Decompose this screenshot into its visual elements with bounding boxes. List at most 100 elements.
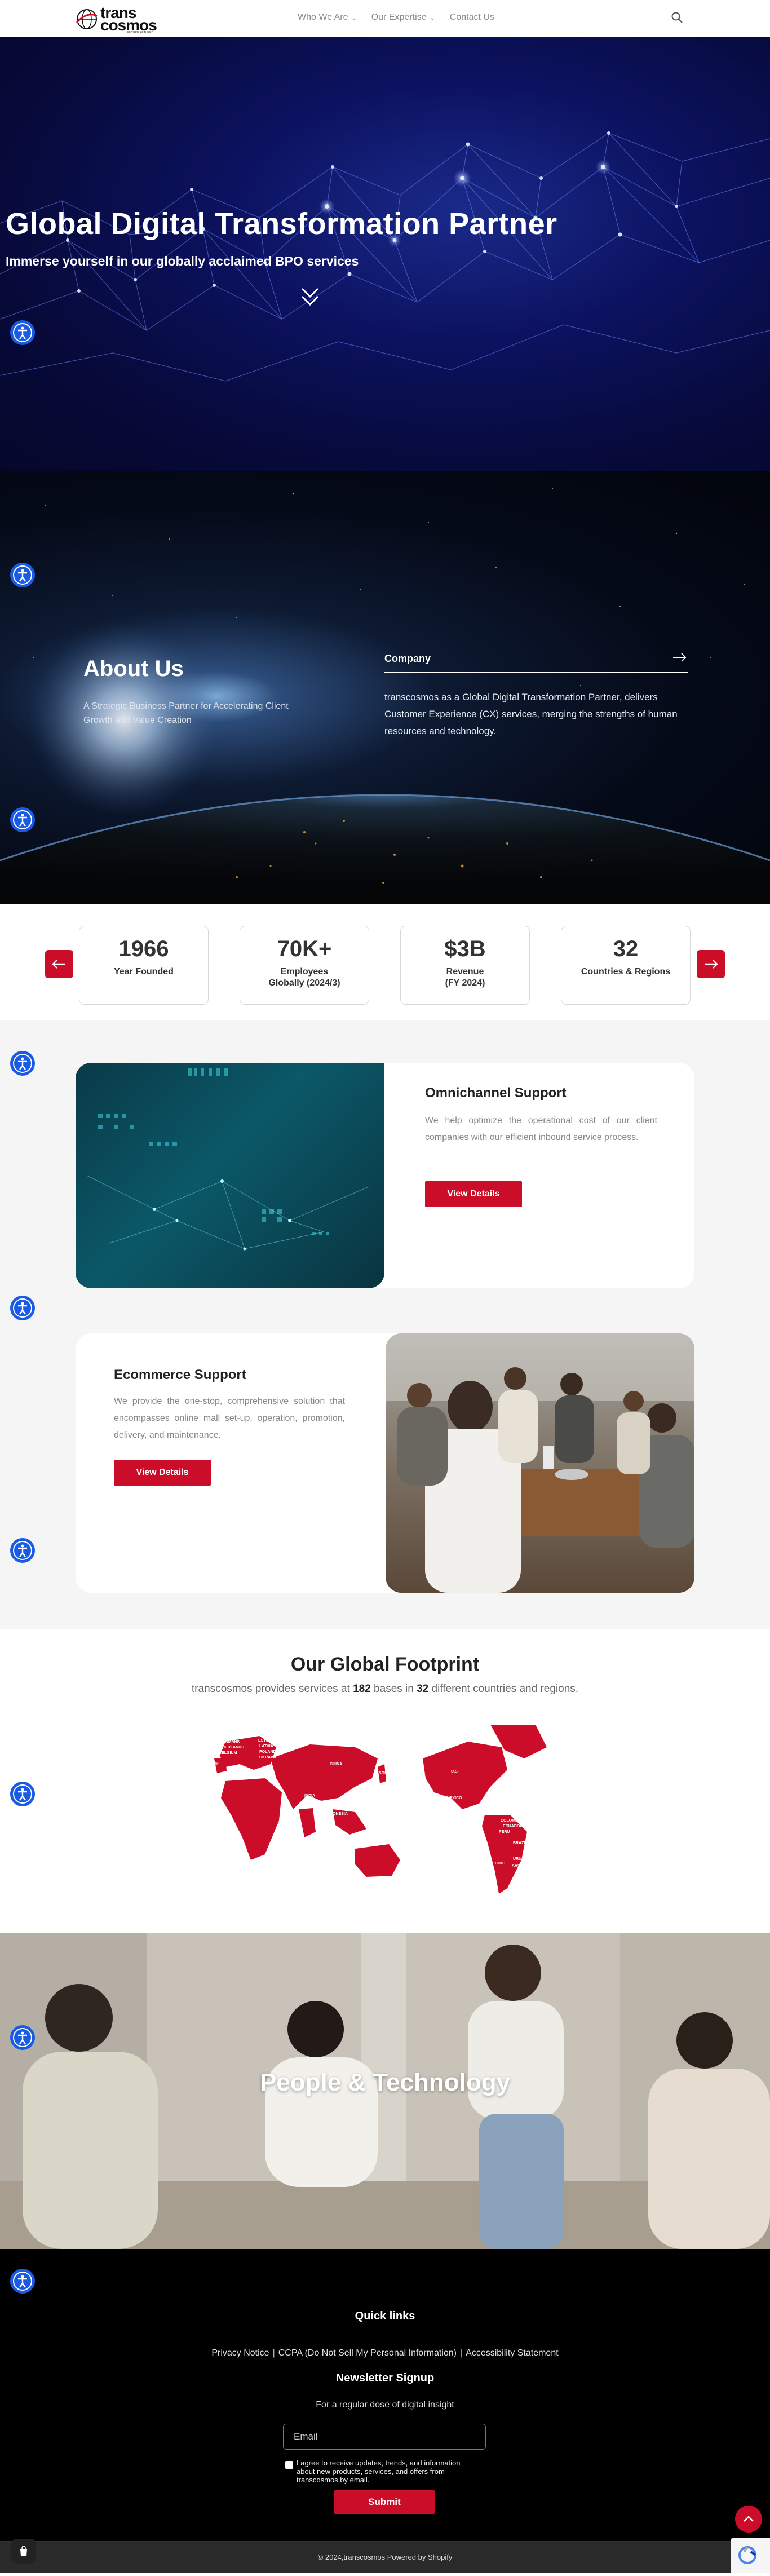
map-label: CHILE <box>495 1862 507 1866</box>
carousel-next-button[interactable] <box>697 950 725 978</box>
bases-count: 182 <box>353 1683 371 1695</box>
countries-count: 32 <box>417 1683 429 1695</box>
shopify-bag-icon[interactable] <box>11 2539 36 2564</box>
map-label: ESTONIA <box>258 1739 276 1743</box>
email-input[interactable] <box>283 2424 486 2450</box>
map-label: SPAIN <box>209 1774 220 1778</box>
newsletter-subtitle: For a regular dose of digital insight <box>316 2400 454 2410</box>
recaptcha-icon <box>738 2546 756 2564</box>
nav-label: Our Expertise <box>371 12 427 22</box>
desc-text: bases in <box>370 1683 417 1695</box>
ccpa-link[interactable]: CCPA (Do Not Sell My Personal Informatio… <box>278 2348 457 2358</box>
service-card-ecommerce: Ecommerce Support We provide the one-sto… <box>76 1333 694 1593</box>
about-title: About Us <box>83 656 184 681</box>
stat-value: 70K+ <box>277 936 332 961</box>
map-label: BRAZIL <box>513 1841 528 1845</box>
people-technology-title: People & Technology <box>259 2069 511 2096</box>
global-footprint-section: Our Global Footprint transcosmos provide… <box>0 1629 770 1933</box>
stat-value: $3B <box>444 936 486 961</box>
accessibility-icon[interactable] <box>10 1538 35 1563</box>
earth-background-image <box>0 488 770 904</box>
accessibility-icon[interactable] <box>10 1296 35 1320</box>
consent-checkbox[interactable] <box>285 2461 293 2469</box>
footprint-title: Our Global Footprint <box>290 1654 480 1675</box>
carousel-prev-button[interactable] <box>45 950 73 978</box>
separator: | <box>460 2348 463 2358</box>
privacy-notice-link[interactable]: Privacy Notice <box>211 2348 269 2358</box>
map-label: MALAYSIA <box>320 1801 340 1805</box>
newsletter-title: Newsletter Signup <box>335 2372 435 2384</box>
chevron-down-icon: ⌄ <box>430 14 435 21</box>
stat-card: $3B Revenue (FY 2024) <box>400 926 530 1005</box>
accessibility-icon[interactable] <box>10 1051 35 1076</box>
globe-logo-icon <box>76 9 98 29</box>
submit-button[interactable]: Submit <box>334 2490 435 2514</box>
map-label: SOUTH AFRICA <box>268 1853 298 1857</box>
stat-card: 70K+ Employees Globally (2024/3) <box>240 926 369 1005</box>
map-label: PERU <box>499 1830 510 1834</box>
site-header: trans cosmos FUTURE REALIZED Who We Are ⌄… <box>0 0 770 37</box>
service-description: We help optimize the operational cost of… <box>425 1116 657 1142</box>
accessibility-statement-link[interactable]: Accessibility Statement <box>466 2348 559 2358</box>
service-title: Omnichannel Support <box>425 1085 567 1101</box>
company-link[interactable]: Company <box>384 653 431 665</box>
footprint-description: transcosmos provides services at 182 bas… <box>0 1683 770 1695</box>
stat-label: Year Founded <box>114 967 174 977</box>
site-footer: Quick links Privacy Notice | CCPA (Do Not … <box>0 2249 770 2573</box>
map-label: JAPAN <box>388 1777 401 1781</box>
footer-links: Privacy Notice | CCPA (Do Not Sell My Pers… <box>0 2348 770 2358</box>
nav-label: Who We Are <box>298 12 348 22</box>
world-map: NORWAY SWEDEN DENMARK NETHERLANDS BELGIU… <box>209 1725 547 1894</box>
stats-section: 1966 Year Founded 70K+ Employees Globall… <box>0 904 770 1020</box>
arrow-right-icon[interactable] <box>671 651 688 664</box>
map-label: CHINA <box>330 1762 342 1766</box>
desc-text: transcosmos provides services at <box>191 1683 353 1695</box>
map-label: DENMARK <box>220 1740 240 1744</box>
map-label: VIETNAM <box>362 1794 380 1798</box>
nav-item-who-we-are[interactable]: Who We Are ⌄ <box>298 12 357 23</box>
stat-label: Employees Globally (2024/3) <box>268 967 340 988</box>
map-label: POLAND <box>259 1750 276 1754</box>
accessibility-icon[interactable] <box>10 807 35 832</box>
quick-links-heading: Quick links <box>355 2310 415 2322</box>
map-label: SINGAPORE <box>317 1806 340 1810</box>
map-label: INDIA <box>304 1794 315 1798</box>
accessibility-icon[interactable] <box>10 2025 35 2050</box>
view-details-button[interactable]: View Details <box>425 1181 522 1207</box>
map-label: MEXICO <box>446 1796 462 1800</box>
recaptcha-badge[interactable] <box>731 2538 770 2573</box>
hero-subtitle: Immerse yourself in our globally acclaim… <box>6 254 359 268</box>
accessibility-icon[interactable] <box>10 2269 35 2294</box>
view-details-button[interactable]: View Details <box>114 1460 211 1486</box>
accessibility-icon[interactable] <box>10 1782 35 1806</box>
nav-item-our-expertise[interactable]: Our Expertise ⌄ <box>371 12 435 23</box>
double-chevron-down-icon[interactable] <box>300 285 320 308</box>
accessibility-icon[interactable] <box>10 563 35 587</box>
omnichannel-image <box>76 1063 384 1288</box>
map-label: THAILAND <box>362 1800 382 1804</box>
service-description: We provide the one-stop, comprehensive s… <box>114 1397 345 1440</box>
nav-item-contact-us[interactable]: Contact Us <box>450 12 494 23</box>
divider <box>384 672 688 673</box>
about-section: About Us A Strategic Business Partner fo… <box>0 471 770 904</box>
arrow-right-icon <box>705 960 718 969</box>
stat-value: 32 <box>613 936 639 961</box>
map-label: ARGENTINA <box>512 1864 536 1868</box>
hero-title: Global Digital Transformation Partner <box>6 207 557 241</box>
scroll-to-top-button[interactable] <box>735 2506 762 2533</box>
map-label: NETHERLANDS <box>214 1746 244 1749</box>
map-label: TAIWAN <box>368 1783 383 1787</box>
transcosmos-logo[interactable]: trans cosmos FUTURE REALIZED <box>76 3 166 34</box>
search-icon[interactable] <box>671 11 683 24</box>
people-technology-section: People & Technology <box>0 1933 770 2249</box>
stat-card: 32 Countries & Regions <box>561 926 691 1005</box>
map-label: COLOMBIA <box>501 1819 522 1823</box>
hero-section: Global Digital Transformation Partner Im… <box>0 37 770 471</box>
map-label: NORWAY <box>227 1734 244 1738</box>
map-label: INDONESIA <box>326 1812 348 1816</box>
map-label: ECUADOR <box>503 1824 523 1828</box>
nav-label: Contact Us <box>449 12 494 22</box>
chevron-down-icon: ⌄ <box>351 14 357 21</box>
accessibility-icon[interactable] <box>10 320 35 345</box>
ecommerce-team-image <box>386 1333 694 1593</box>
